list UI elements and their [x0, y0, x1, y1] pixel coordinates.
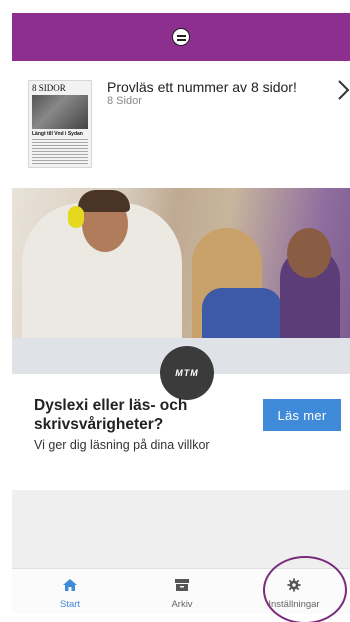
- highlight-circle: [263, 556, 347, 622]
- tab-start[interactable]: Start: [14, 569, 126, 615]
- mtm-logo-text: MTM: [175, 368, 199, 378]
- tab-arkiv[interactable]: Arkiv: [126, 569, 238, 615]
- preview-title: Provläs ett nummer av 8 sidor!: [107, 79, 297, 95]
- banner-text: Vi ger dig läsning på dina villkor: [34, 438, 210, 452]
- headphones-shape: [68, 206, 84, 228]
- mtm-round-logo-icon: [172, 28, 190, 46]
- read-more-button[interactable]: Läs mer: [263, 399, 341, 431]
- thumbnail-photo: [32, 95, 88, 129]
- app-header: [12, 13, 350, 61]
- tab-arkiv-label: Arkiv: [171, 599, 193, 610]
- thumbnail-text-lines: [32, 139, 88, 165]
- mtm-logo-badge: MTM: [160, 346, 214, 400]
- home-icon: [63, 579, 77, 591]
- newspaper-thumbnail: 8 SIDOR Längt till Vnd i Sydan: [28, 80, 92, 168]
- tab-start-label: Start: [59, 599, 81, 610]
- thumbnail-masthead: 8 SIDOR: [32, 83, 66, 93]
- preview-subtitle: 8 Sidor: [107, 95, 142, 107]
- thumbnail-headline: Längt till Vnd i Sydan: [32, 131, 83, 137]
- chevron-right-icon[interactable]: [336, 79, 350, 101]
- banner-heading: Dyslexi eller läs- och skrivsvårigheter?: [34, 397, 188, 433]
- mtm-banner: MTM Dyslexi eller läs- och skrivsvårighe…: [12, 188, 350, 490]
- archive-icon: [175, 579, 189, 591]
- preview-issue-card[interactable]: 8 SIDOR Längt till Vnd i Sydan Provläs e…: [12, 61, 350, 176]
